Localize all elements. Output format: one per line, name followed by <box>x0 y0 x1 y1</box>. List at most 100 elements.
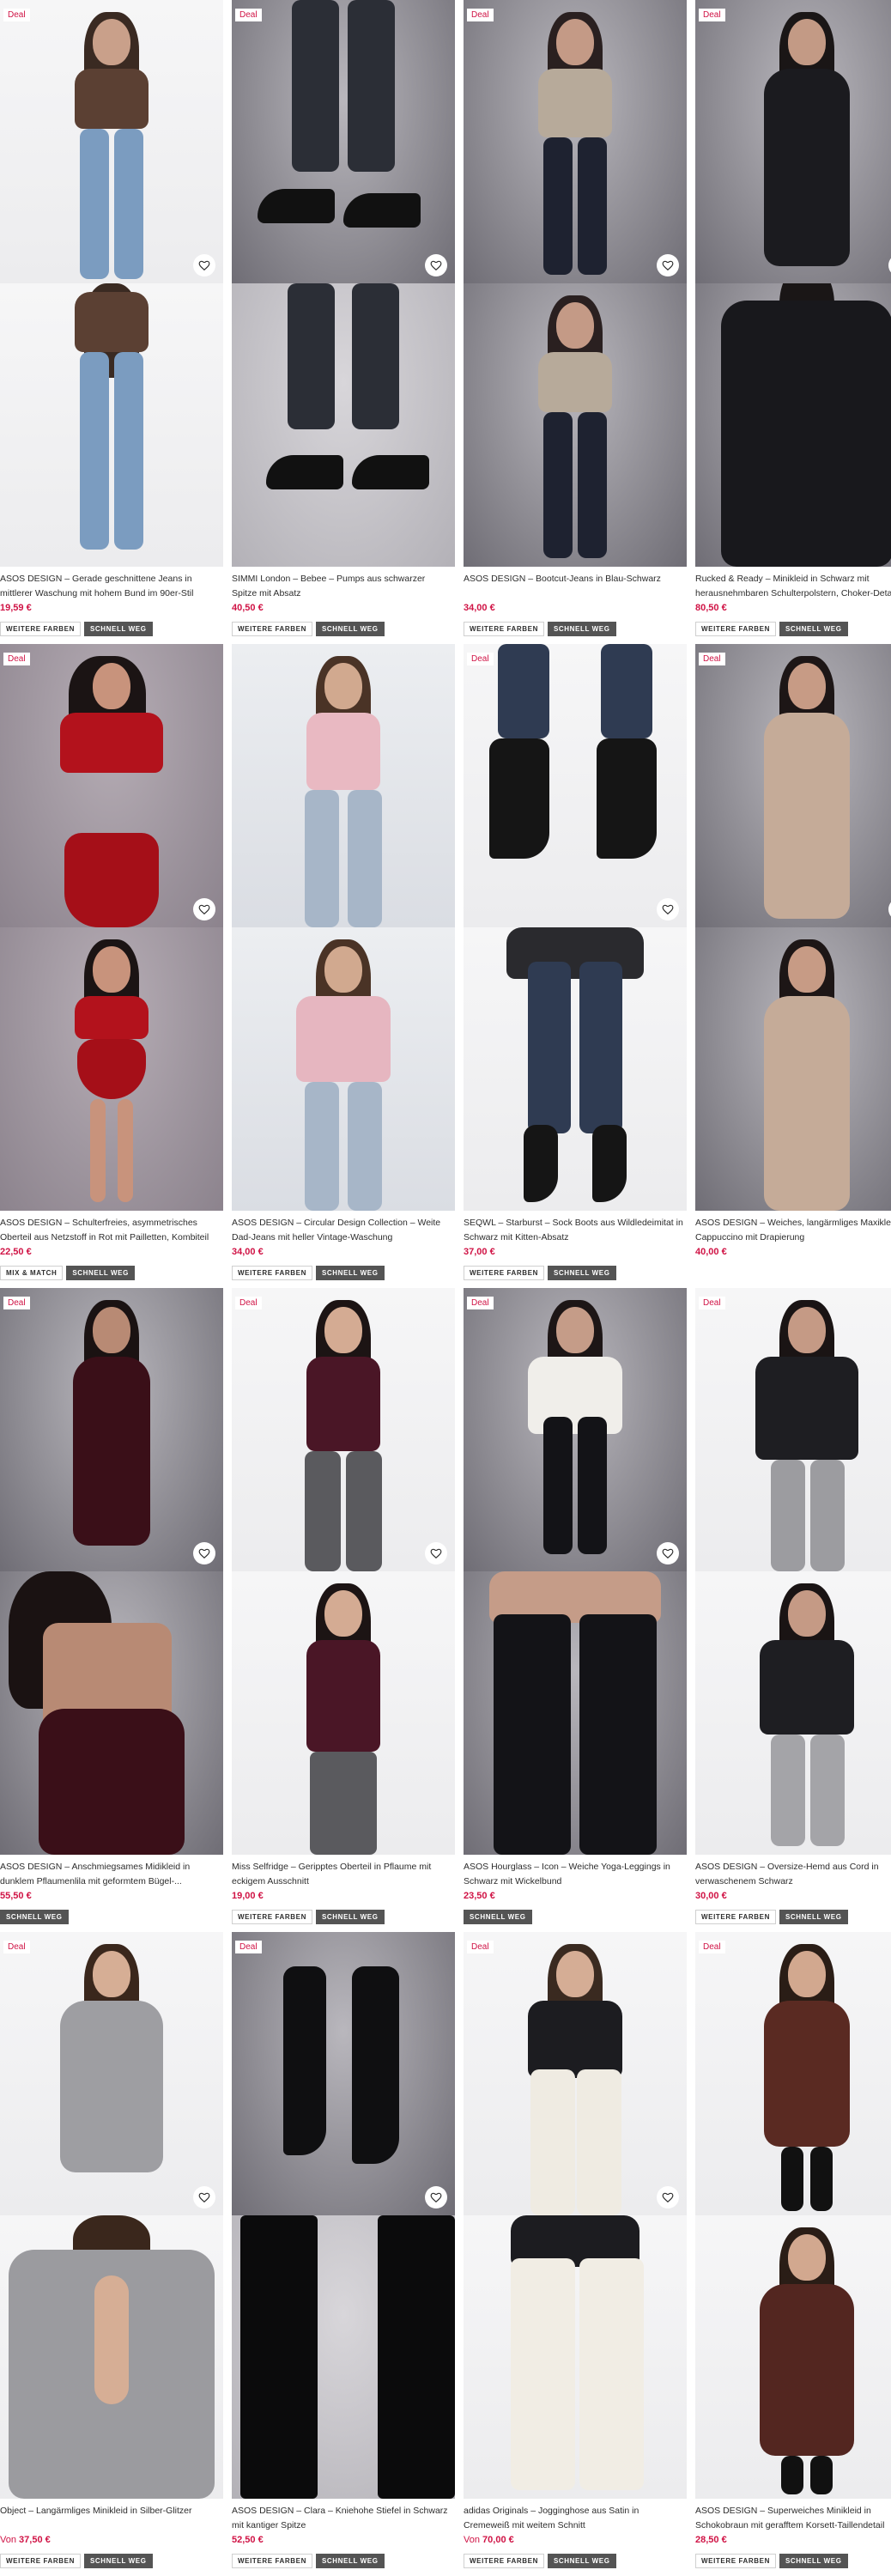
product-image-alt[interactable] <box>464 1571 687 1855</box>
product-image[interactable]: Deal <box>464 1288 687 1571</box>
product-image[interactable]: Deal <box>464 1932 687 2215</box>
product-image-alt[interactable] <box>695 283 891 567</box>
product-image[interactable]: Deal <box>464 644 687 927</box>
more-colors-badge[interactable]: WEITERE FARBEN <box>232 1266 312 1280</box>
quick-view-badge[interactable]: SCHNELL WEG <box>315 1266 385 1280</box>
product-image[interactable]: Deal <box>232 1288 455 1571</box>
quick-view-badge[interactable]: SCHNELL WEG <box>315 1910 385 1924</box>
product-card[interactable]: Deal adidas Originals – Jogginghose aus … <box>464 1932 687 2576</box>
product-image-alt[interactable] <box>464 927 687 1211</box>
product-card[interactable]: Deal ASOS DESIGN – Oversize-Hemd aus Cor… <box>695 1288 891 1932</box>
more-colors-badge[interactable]: WEITERE FARBEN <box>464 622 544 636</box>
product-image-alt[interactable] <box>0 1571 223 1855</box>
product-image-alt[interactable] <box>695 1571 891 1855</box>
product-card[interactable]: Deal Object – Langärmliges Minikleid in … <box>0 1932 223 2576</box>
more-colors-badge[interactable]: WEITERE FARBEN <box>695 622 776 636</box>
product-title[interactable]: SIMMI London – Bebee – Pumps aus schwarz… <box>232 572 455 601</box>
product-image[interactable]: Deal <box>232 1932 455 2215</box>
save-heart-button[interactable] <box>657 2186 679 2208</box>
more-colors-badge[interactable]: WEITERE FARBEN <box>0 622 81 636</box>
product-card[interactable]: Deal ASOS DESIGN – Gerade geschnittene J… <box>0 0 223 644</box>
product-image-alt[interactable] <box>232 2215 455 2499</box>
more-colors-badge[interactable]: WEITERE FARBEN <box>232 1910 312 1924</box>
product-image[interactable]: Deal <box>0 1932 223 2215</box>
product-card[interactable]: Deal Rucked & Ready – Minikleid in Schwa… <box>695 0 891 644</box>
more-colors-badge[interactable]: WEITERE FARBEN <box>0 2554 81 2568</box>
product-image-alt[interactable] <box>232 1571 455 1855</box>
product-image[interactable]: Deal <box>232 0 455 283</box>
product-title[interactable]: ASOS DESIGN – Schulterfreies, asymmetris… <box>0 1216 223 1245</box>
quick-view-badge[interactable]: SCHNELL WEG <box>547 2554 616 2568</box>
product-image-alt[interactable] <box>232 927 455 1211</box>
product-card[interactable]: Deal ASOS Hourglass – Icon – Weiche Yoga… <box>464 1288 687 1932</box>
quick-view-badge[interactable]: SCHNELL WEG <box>547 622 616 636</box>
product-image[interactable]: Deal <box>0 644 223 927</box>
product-title[interactable]: ASOS DESIGN – Gerade geschnittene Jeans … <box>0 572 223 601</box>
product-card[interactable]: Deal ASOS DESIGN – Superweiches Miniklei… <box>695 1932 891 2576</box>
quick-view-badge[interactable]: SCHNELL WEG <box>464 1910 532 1924</box>
product-title[interactable]: ASOS DESIGN – Oversize-Hemd aus Cord in … <box>695 1860 891 1889</box>
quick-view-badge[interactable]: SCHNELL WEG <box>547 1266 616 1280</box>
save-heart-button[interactable] <box>193 898 215 920</box>
product-image-alt[interactable] <box>695 2215 891 2499</box>
product-card[interactable]: Deal SEQWL – Starburst – Sock Boots aus … <box>464 644 687 1288</box>
product-card[interactable]: Deal SIMMI London – Bebee – Pumps aus sc… <box>232 0 455 644</box>
product-image-alt[interactable] <box>464 2215 687 2499</box>
product-card[interactable]: Deal ASOS DESIGN – Schulterfreies, asymm… <box>0 644 223 1288</box>
product-title[interactable]: Rucked & Ready – Minikleid in Schwarz mi… <box>695 572 891 601</box>
quick-view-badge[interactable]: SCHNELL WEG <box>779 2554 848 2568</box>
mix-match-badge[interactable]: MIX & MATCH <box>0 1266 64 1280</box>
product-title[interactable]: ASOS DESIGN – Anschmiegsames Midikleid i… <box>0 1860 223 1889</box>
product-title[interactable]: Object – Langärmliges Minikleid in Silbe… <box>0 2504 223 2533</box>
save-heart-button[interactable] <box>657 1542 679 1564</box>
product-card[interactable]: Deal ASOS DESIGN – Anschmiegsames Midikl… <box>0 1288 223 1932</box>
more-colors-badge[interactable]: WEITERE FARBEN <box>464 2554 544 2568</box>
more-colors-badge[interactable]: WEITERE FARBEN <box>695 2554 776 2568</box>
product-card[interactable]: ASOS DESIGN – Circular Design Collection… <box>232 644 455 1288</box>
product-image-alt[interactable] <box>0 927 223 1211</box>
product-image[interactable]: Deal <box>695 0 891 283</box>
product-image[interactable] <box>232 644 455 927</box>
product-title[interactable]: ASOS DESIGN – Weiches, langärmliges Maxi… <box>695 1216 891 1245</box>
product-image-alt[interactable] <box>464 283 687 567</box>
product-title[interactable]: SEQWL – Starburst – Sock Boots aus Wildl… <box>464 1216 687 1245</box>
quick-view-badge[interactable]: SCHNELL WEG <box>83 622 153 636</box>
quick-view-badge[interactable]: SCHNELL WEG <box>0 1910 69 1924</box>
product-image-alt[interactable] <box>0 2215 223 2499</box>
product-card[interactable]: Deal ASOS DESIGN – Clara – Kniehohe Stie… <box>232 1932 455 2576</box>
quick-view-badge[interactable]: SCHNELL WEG <box>66 1266 135 1280</box>
product-title[interactable]: ASOS Hourglass – Icon – Weiche Yoga-Legg… <box>464 1860 687 1889</box>
product-image-alt[interactable] <box>695 927 891 1211</box>
save-heart-button[interactable] <box>193 254 215 276</box>
save-heart-button[interactable] <box>193 2186 215 2208</box>
product-image[interactable]: Deal <box>464 0 687 283</box>
product-title[interactable]: Miss Selfridge – Geripptes Oberteil in P… <box>232 1860 455 1889</box>
product-image[interactable]: Deal <box>0 0 223 283</box>
product-image-alt[interactable] <box>0 283 223 567</box>
quick-view-badge[interactable]: SCHNELL WEG <box>779 622 848 636</box>
product-title[interactable]: ASOS DESIGN – Clara – Kniehohe Stiefel i… <box>232 2504 455 2533</box>
product-card[interactable]: Deal ASOS DESIGN – Weiches, langärmliges… <box>695 644 891 1288</box>
save-heart-button[interactable] <box>425 1542 447 1564</box>
more-colors-badge[interactable]: WEITERE FARBEN <box>464 1266 544 1280</box>
product-title[interactable]: ASOS DESIGN – Bootcut-Jeans in Blau-Schw… <box>464 572 687 601</box>
product-card[interactable]: Deal ASOS DESIGN – Bootcut-Jeans in Blau… <box>464 0 687 644</box>
product-title[interactable]: ASOS DESIGN – Circular Design Collection… <box>232 1216 455 1245</box>
quick-view-badge[interactable]: SCHNELL WEG <box>315 622 385 636</box>
product-title[interactable]: ASOS DESIGN – Superweiches Minikleid in … <box>695 2504 891 2533</box>
more-colors-badge[interactable]: WEITERE FARBEN <box>695 1910 776 1924</box>
more-colors-badge[interactable]: WEITERE FARBEN <box>232 622 312 636</box>
quick-view-badge[interactable]: SCHNELL WEG <box>779 1910 848 1924</box>
save-heart-button[interactable] <box>425 254 447 276</box>
quick-view-badge[interactable]: SCHNELL WEG <box>315 2554 385 2568</box>
quick-view-badge[interactable]: SCHNELL WEG <box>83 2554 153 2568</box>
save-heart-button[interactable] <box>657 254 679 276</box>
product-image[interactable]: Deal <box>695 644 891 927</box>
product-card[interactable]: Deal Miss Selfridge – Geripptes Oberteil… <box>232 1288 455 1932</box>
save-heart-button[interactable] <box>193 1542 215 1564</box>
more-colors-badge[interactable]: WEITERE FARBEN <box>232 2554 312 2568</box>
product-title[interactable]: adidas Originals – Jogginghose aus Satin… <box>464 2504 687 2533</box>
save-heart-button[interactable] <box>425 2186 447 2208</box>
product-image[interactable]: Deal <box>0 1288 223 1571</box>
product-image[interactable]: Deal <box>695 1932 891 2215</box>
